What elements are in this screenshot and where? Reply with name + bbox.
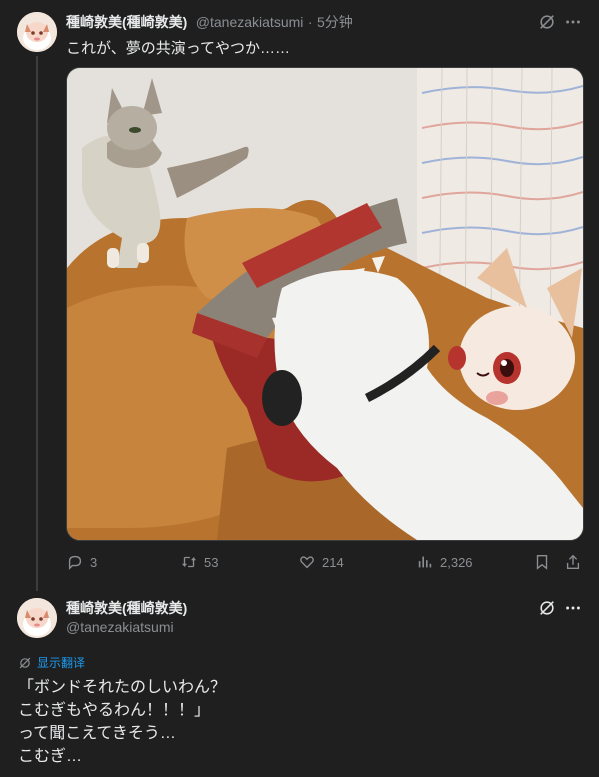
separator-dot: · bbox=[307, 14, 313, 30]
like-count: 214 bbox=[322, 554, 344, 570]
views-button[interactable]: 2,326 bbox=[416, 553, 473, 571]
reply-text-line: こむぎもやるわん！！！」 bbox=[18, 702, 211, 719]
reply-count: 3 bbox=[90, 554, 98, 570]
tweet-text: これが、夢の共演ってやつか…… bbox=[66, 40, 290, 57]
like-button[interactable]: 214 bbox=[298, 553, 344, 571]
bookmark-button[interactable] bbox=[533, 553, 551, 571]
tweet-media-image[interactable] bbox=[66, 67, 584, 541]
grok-icon[interactable] bbox=[537, 598, 557, 618]
avatar[interactable] bbox=[17, 12, 57, 52]
avatar-image bbox=[17, 12, 57, 52]
reply-text-line: って聞こえてきそう… bbox=[18, 725, 176, 742]
reply-text: 「ボンドそれたのしいわん？ こむぎもやるわん！！！」 って聞こえてきそう… こむ… bbox=[18, 676, 226, 768]
repost-icon bbox=[182, 556, 196, 568]
reply-text-line: こむぎ… bbox=[18, 748, 83, 765]
tweet-action-bar: 3 53 214 2,326 bbox=[66, 553, 586, 575]
avatar[interactable] bbox=[17, 598, 57, 638]
share-button[interactable] bbox=[564, 553, 582, 571]
reply-header: 種崎敦美(種崎敦美) bbox=[66, 598, 187, 618]
tweet-header: 種崎敦美(種崎敦美) @tanezakiatsumi · 5分钟 bbox=[66, 12, 353, 32]
thread-connector-line bbox=[36, 56, 38, 591]
views-icon bbox=[418, 556, 432, 568]
grok-icon[interactable] bbox=[537, 12, 557, 32]
heart-icon bbox=[300, 556, 314, 569]
show-translation-label: 显示翻译 bbox=[37, 656, 86, 670]
reply-text-line: 「ボンドそれたのしいわん？ bbox=[18, 679, 227, 696]
user-handle[interactable]: @tanezakiatsumi bbox=[196, 14, 304, 30]
share-icon bbox=[566, 554, 580, 569]
reply-icon bbox=[68, 555, 82, 570]
repost-button[interactable]: 53 bbox=[180, 553, 218, 571]
more-icon[interactable] bbox=[563, 598, 583, 618]
avatar-image bbox=[17, 598, 57, 638]
show-translation-link[interactable]: 显示翻译 bbox=[18, 654, 85, 671]
more-icon[interactable] bbox=[563, 12, 583, 32]
reply-button[interactable]: 3 bbox=[66, 553, 97, 571]
view-count: 2,326 bbox=[440, 554, 473, 570]
user-handle[interactable]: @tanezakiatsumi bbox=[66, 619, 174, 635]
repost-count: 53 bbox=[204, 554, 219, 570]
bookmark-icon bbox=[536, 555, 548, 570]
translate-icon bbox=[19, 657, 31, 668]
display-name[interactable]: 種崎敦美(種崎敦美) bbox=[66, 14, 187, 30]
post-time[interactable]: 5分钟 bbox=[317, 14, 353, 30]
display-name[interactable]: 種崎敦美(種崎敦美) bbox=[66, 600, 187, 616]
